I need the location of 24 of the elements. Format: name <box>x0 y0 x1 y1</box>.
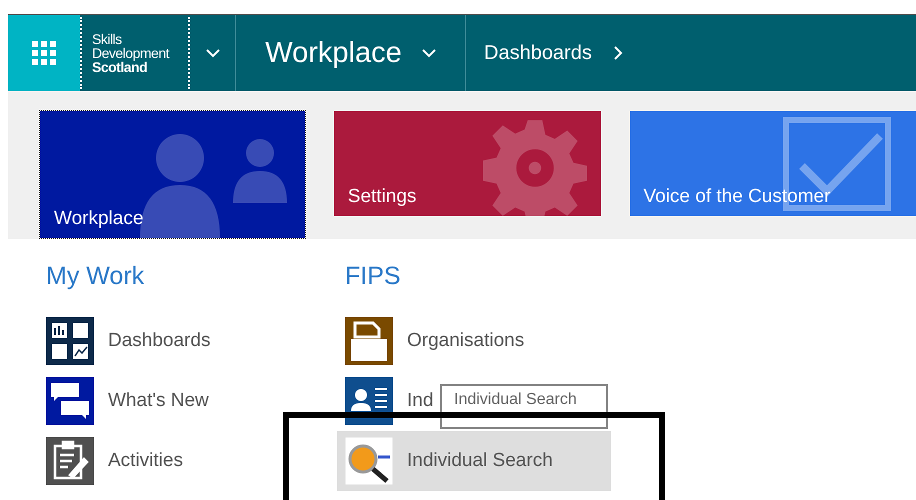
tile[interactable]: Settings <box>334 111 600 216</box>
menu-item[interactable]: Individual Search <box>337 431 611 491</box>
logo-text: Development <box>92 46 170 60</box>
logo-text: Scotland <box>92 60 148 74</box>
folder-icon <box>345 317 393 365</box>
chevron-down-icon <box>422 48 436 58</box>
tile[interactable]: Workplace <box>40 111 305 238</box>
section-heading: My Work <box>46 261 146 291</box>
app-launcher-button[interactable] <box>8 15 80 91</box>
breadcrumb-button[interactable]: Dashboards <box>466 15 623 91</box>
logo-text: Skills <box>92 32 123 46</box>
magnifier-icon <box>345 437 393 485</box>
chevron-right-icon <box>614 46 623 60</box>
grid-icon <box>32 41 56 65</box>
menu-item[interactable]: Organisations <box>337 311 611 371</box>
menu-item[interactable]: Dashboards <box>38 311 312 371</box>
dashboard-icon <box>46 317 94 365</box>
chevron-down-icon <box>206 48 220 58</box>
menu-item[interactable]: What's New <box>38 371 312 431</box>
tile[interactable]: Voice of the Customer <box>630 111 916 216</box>
section-heading: FIPS <box>345 261 402 291</box>
chat-icon <box>46 377 94 425</box>
clipboard-icon <box>46 437 94 485</box>
menu-item[interactable]: Activities <box>38 431 312 491</box>
